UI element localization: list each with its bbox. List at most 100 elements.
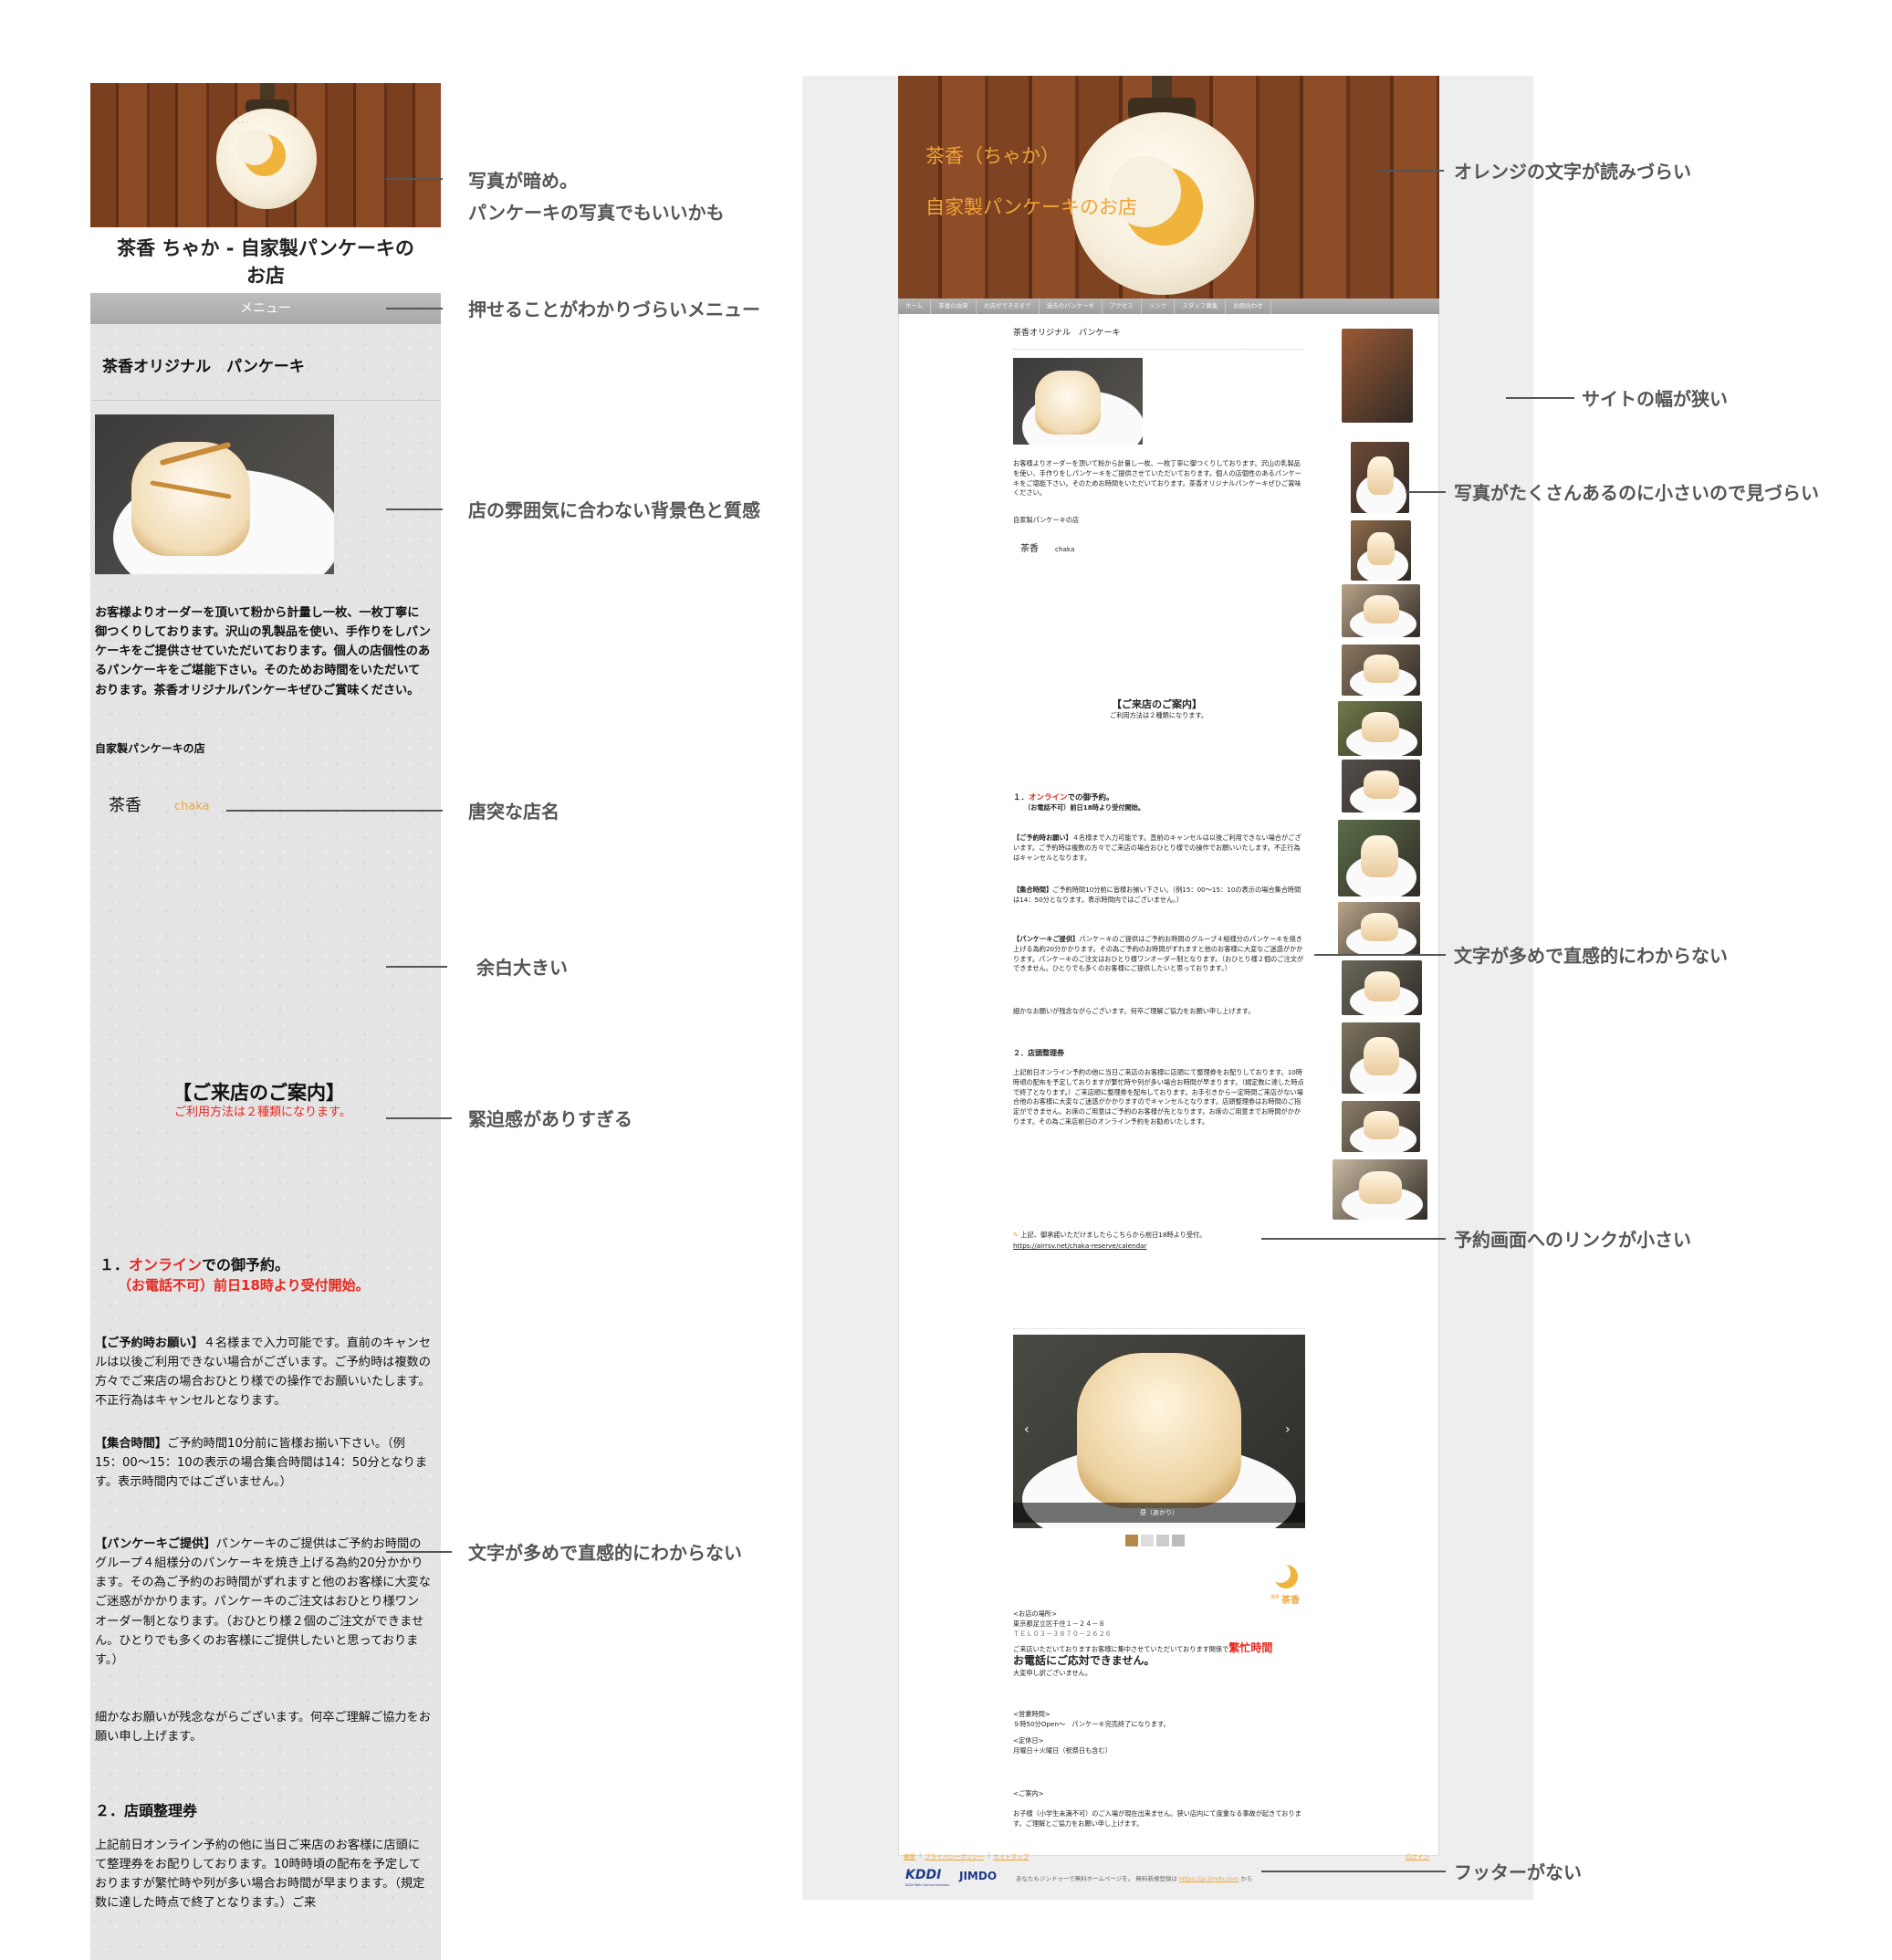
desktop-sec1: １．オンラインでの御予約。	[1013, 793, 1114, 802]
footer-login-link[interactable]: ログイン	[1406, 1851, 1429, 1860]
footer-jimdo-link[interactable]: https://jp.jimdo.com	[1179, 1875, 1239, 1882]
sidebar-photo-1[interactable]	[1342, 329, 1413, 423]
annotation-dark-photo: 写真が暗め。 パンケーキの写真でもいいかも	[468, 170, 725, 224]
sidebar-photo-13[interactable]	[1333, 1159, 1427, 1220]
mobile-p1: 【ご予約時お願い】４名様まで入力可能です。直前のキャンセルは以後ご利用できない場…	[95, 1336, 431, 1409]
desktop-tel: ＴＥＬ０３－３８７０－２６２６	[1013, 1630, 1112, 1638]
mobile-sec2: ２．店頭整理券	[95, 1802, 198, 1819]
desktop-p4: 細かなお願いが残念ながらございます。何卒ご理解ご協力をお願い申し上げます。	[1013, 1007, 1255, 1015]
sidebar-photo-2[interactable]	[1351, 442, 1409, 513]
desktop-header-line2: 自家製パンケーキのお店	[925, 196, 1138, 218]
annotation-line-whitespace	[386, 966, 447, 968]
nav-item-3[interactable]: 過去のパンケーキ	[1040, 299, 1103, 314]
mobile-shop-name: 茶香	[109, 796, 141, 815]
annotation-line-dark-photo	[386, 178, 443, 180]
desktop-addr-label: <お店の場所>	[1013, 1609, 1057, 1618]
mobile-p3: 【パンケーキご提供】パンケーキのご提供はご予約お時間のグループ４組様分のパンケー…	[95, 1537, 431, 1667]
nav-item-6[interactable]: スタッフ募集	[1175, 299, 1227, 314]
footer-link-sitemap[interactable]: サイトマップ	[993, 1851, 1029, 1860]
desktop-notice-label: <ご案内>	[1013, 1789, 1044, 1798]
footer-brand-kddi: KDDI	[905, 1868, 942, 1882]
desktop-intro: お客様よりオーダーを頂いて粉から計量し一枚、一枚丁寧に御つくりしております。沢山…	[1013, 459, 1301, 498]
sidebar-photo-8[interactable]	[1338, 820, 1420, 896]
nav-item-0[interactable]: ホーム	[898, 299, 932, 314]
sidebar-photo-11[interactable]	[1342, 1022, 1420, 1094]
footer-link-about[interactable]: 概要	[904, 1851, 915, 1860]
desktop-pancake-photo	[1013, 358, 1143, 445]
desktop-guide-sub: ご利用方法は２種類になります。	[1110, 711, 1208, 719]
mobile-sec1: １．オンラインでの御予約。	[99, 1253, 289, 1277]
desktop-reserve-text: ✎ 上記、御承諾いただけましたらこちらから前日18時より受付。	[1013, 1231, 1207, 1239]
desktop-p5: 上記前日オンライン予約の他に当日ご来店のお客様に店頭にて整理券をお配りしておりま…	[1013, 1068, 1304, 1126]
sidebar-photo-10[interactable]	[1342, 960, 1422, 1015]
annotation-text-right: 文字が多めで直感的にわからない	[1454, 945, 1728, 967]
desktop-addr: 東京都足立区千住１－２４－８	[1013, 1619, 1105, 1628]
logo-small-text: 珈琲	[1270, 1595, 1280, 1600]
mobile-screenshot: ˙˙˙ 茶香 ちゃか - 自家製パンケーキの お店 メニュー 茶香オリジナル パ…	[90, 83, 441, 1960]
mobile-site-title[interactable]: 茶香 ちゃか - 自家製パンケーキの お店	[90, 227, 441, 293]
footer-brand-jimdo: JIMDO	[959, 1870, 998, 1882]
annotation-line-photos	[1406, 491, 1446, 493]
annotation-line-bg	[386, 508, 443, 510]
annotation-bg: 店の雰囲気に合わない背景色と質感	[468, 499, 760, 521]
desktop-nav: ホーム 茶香の由来 お店ができるまで 過去のパンケーキ アクセス リンク スタッフ募集 お問合…	[898, 299, 1439, 314]
mobile-guide-sub: ご利用方法は２種類になります。	[174, 1106, 351, 1119]
desktop-sec2: ２．店頭整理券	[1013, 1049, 1064, 1057]
sidebar-photo-12[interactable]	[1342, 1101, 1420, 1152]
desktop-hours: ９時50分Open～ パンケーキ完売終了になります。	[1013, 1720, 1170, 1728]
desktop-shop-name-en: chaka	[1055, 545, 1075, 553]
sidebar-photo-3[interactable]	[1351, 520, 1411, 581]
annotation-line-text-right	[1314, 954, 1446, 956]
slideshow-dots[interactable]	[1125, 1535, 1185, 1546]
logo-text: 茶香	[1281, 1596, 1300, 1606]
desktop-reserve-link[interactable]: https://airrsv.net/chaka-reserve/calenda…	[1013, 1242, 1147, 1252]
annotation-line-narrow	[1506, 397, 1574, 399]
sidebar-photo-9[interactable]	[1338, 902, 1420, 955]
slideshow-prev-icon[interactable]: ‹	[1024, 1422, 1030, 1437]
desktop-sec1-note: （お電話不可）前日18時より受付開始。	[1024, 803, 1145, 812]
annotation-link: 予約画面へのリンクが小さい	[1454, 1229, 1691, 1251]
nav-item-1[interactable]: 茶香の由来	[931, 299, 977, 314]
desktop-busy-red2: お電話にご応対できません。	[1013, 1654, 1155, 1667]
desktop-header-line1: 茶香（ちゃか）	[925, 145, 1060, 167]
desktop-shop-name: 茶香	[1020, 544, 1039, 554]
mobile-intro: お客様よりオーダーを頂いて粉から計量し一枚、一枚丁寧に御つくりしております。沢山…	[95, 606, 431, 697]
desktop-p1: 【ご予約時お願い】４名様まで入力可能です。直前のキャンセルは以後ご利用できない場…	[1013, 833, 1301, 862]
sidebar-photo-5[interactable]	[1342, 645, 1420, 696]
desktop-p3: 【パンケーキご提供】パンケーキのご提供はご予約お時間のグループ４組様分のパンケー…	[1013, 935, 1304, 973]
nav-item-4[interactable]: アクセス	[1103, 299, 1142, 314]
mobile-heading: 茶香オリジナル パンケーキ	[102, 358, 305, 376]
annotation-orange: オレンジの文字が読みづらい	[1454, 161, 1691, 183]
nav-item-7[interactable]: お問合わせ	[1226, 299, 1271, 314]
footer-text: あなたもジンドゥーで無料ホームページを。 無料新規登録は https://jp.…	[1016, 1875, 1253, 1882]
nav-item-5[interactable]: リンク	[1142, 299, 1176, 314]
mobile-p2: 【集合時間】ご予約時間10分前に皆様お揃い下さい。（例15：00〜15：10の表…	[95, 1437, 428, 1490]
annotation-photos: 写真がたくさんあるのに小さいので見づらい	[1454, 482, 1819, 504]
sidebar-photo-6[interactable]	[1338, 701, 1422, 756]
desktop-slideshow: 昼（あかり） ‹ ›	[1013, 1335, 1305, 1528]
annotation-line-menu	[386, 308, 443, 309]
slideshow-caption: 昼（あかり）	[1013, 1503, 1305, 1523]
annotation-line-shopname	[226, 810, 443, 812]
annotation-line-text-left	[386, 1551, 452, 1553]
sidebar-photo-7[interactable]	[1342, 760, 1420, 812]
annotation-line-footer	[1261, 1871, 1446, 1872]
mobile-sec1-note: （お電話不可）前日18時より受付開始。	[118, 1277, 370, 1294]
mobile-p5: 上記前日オンライン予約の他に当日ご来店のお客様に店頭にて整理券をお配りしておりま…	[95, 1839, 425, 1911]
footer-brand-kddi-sub: KDDI Web Communications	[905, 1883, 949, 1887]
desktop-heading: 茶香オリジナル パンケーキ	[1013, 329, 1121, 338]
desktop-busy-after: 大変申し訳ございません。	[1013, 1669, 1092, 1677]
annotation-whitespace: 余白大きい	[476, 957, 568, 979]
nav-item-2[interactable]: お店ができるまで	[977, 299, 1040, 314]
annotation-text-left: 文字が多めで直感的にわからない	[468, 1542, 742, 1564]
mobile-header-photo: ˙˙˙	[90, 83, 441, 227]
annotation-urgent: 緊迫感がありすぎる	[468, 1108, 632, 1130]
annotation-menu: 押せることがわかりづらいメニュー	[468, 299, 760, 320]
desktop-hours-label: <営業時間>	[1013, 1710, 1051, 1718]
annotation-line-urgent	[386, 1117, 452, 1119]
sidebar-photo-4[interactable]	[1342, 584, 1420, 637]
slideshow-next-icon[interactable]: ›	[1285, 1422, 1291, 1437]
mobile-shop-name-en: chaka	[174, 800, 210, 813]
annotation-narrow: サイトの幅が狭い	[1582, 388, 1728, 410]
footer-link-privacy[interactable]: プライバシーポリシー	[925, 1851, 984, 1860]
